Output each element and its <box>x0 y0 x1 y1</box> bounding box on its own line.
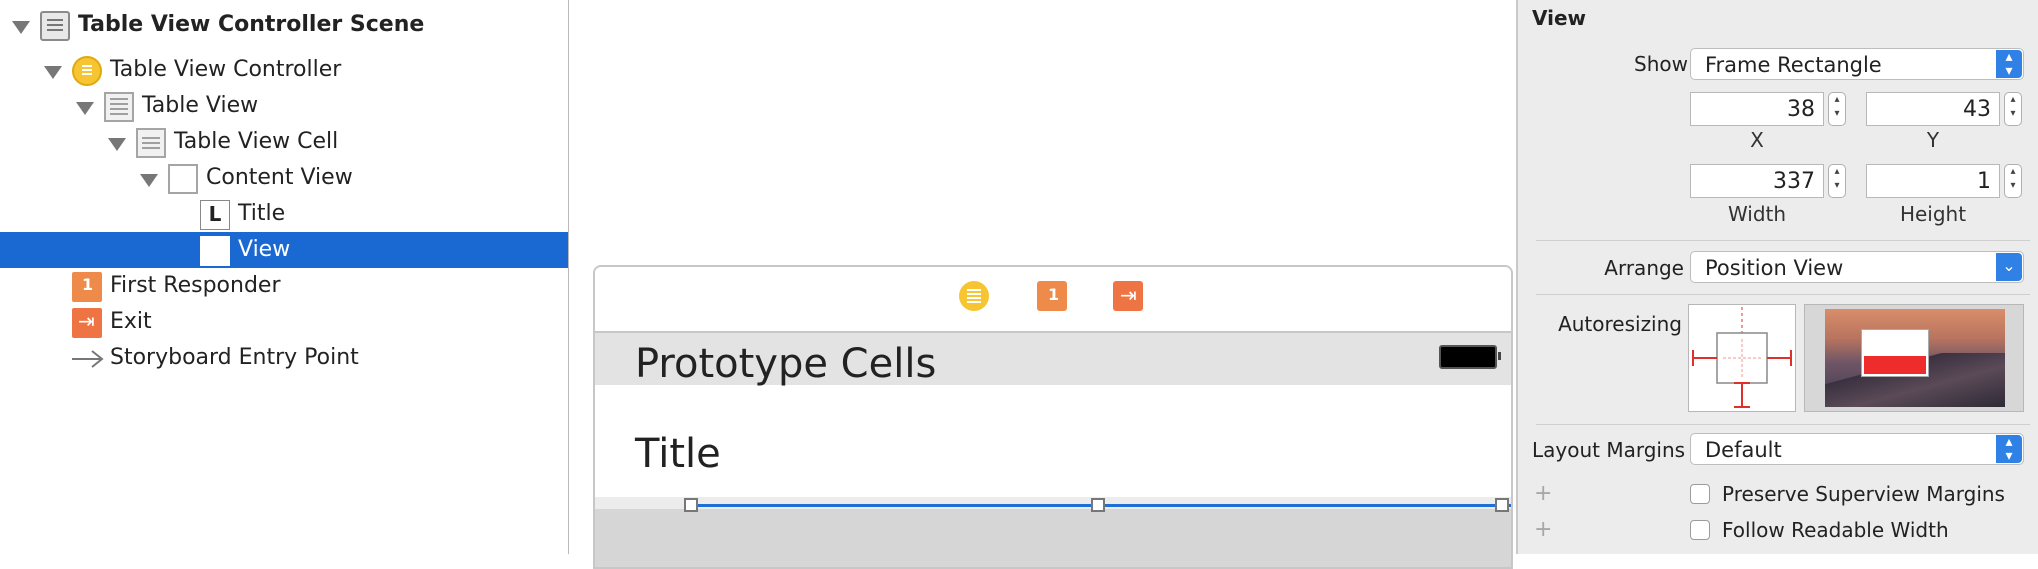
first-responder-icon <box>72 272 102 302</box>
width-field[interactable]: 337 <box>1690 164 1824 198</box>
width-label: Width <box>1727 202 1787 226</box>
chevron-down-icon: ⌄ <box>1996 253 2022 281</box>
disclosure-triangle-icon[interactable] <box>140 174 158 187</box>
outline-item-scene[interactable]: Table View Controller Scene <box>0 7 568 43</box>
disclosure-triangle-icon[interactable] <box>76 102 94 115</box>
arrow-right-icon <box>70 344 104 374</box>
scene-dock <box>595 267 1511 333</box>
arrange-popup-value: Position View <box>1705 256 1844 280</box>
plus-icon[interactable]: + <box>1534 519 1552 541</box>
popup-arrows-icon: ▴ ▾ <box>1996 435 2022 463</box>
autoresizing-springs-icon <box>1692 307 1792 408</box>
table-view-controller-scene[interactable]: Prototype Cells Title <box>593 265 1513 569</box>
outline-item-label: Table View Cell <box>174 129 339 154</box>
show-popup-value: Frame Rectangle <box>1705 53 1882 77</box>
outline-item-table-view[interactable]: Table View <box>0 88 568 124</box>
outline-item-label: View <box>238 237 291 262</box>
first-responder-icon[interactable] <box>1037 281 1067 311</box>
disclosure-triangle-icon[interactable] <box>12 21 30 34</box>
outline-item-table-view-controller[interactable]: Table View Controller <box>0 52 568 88</box>
x-field[interactable]: 38 <box>1690 92 1824 126</box>
view-icon <box>200 236 230 266</box>
height-field[interactable]: 1 <box>1866 164 2000 198</box>
exit-icon[interactable] <box>1113 281 1143 311</box>
arrange-label: Arrange <box>1604 256 1684 280</box>
arrange-popup[interactable]: Position View ⌄ <box>1690 251 2024 283</box>
outline-item-label: Title <box>238 201 286 226</box>
popup-arrows-icon: ▴ ▾ <box>1996 50 2022 78</box>
outline-item-title-label[interactable]: L Title <box>0 196 568 232</box>
view-controller-icon <box>72 56 102 86</box>
height-stepper[interactable]: ▴ ▾ <box>2004 164 2022 198</box>
prototype-cells-title: Prototype Cells <box>635 341 937 387</box>
label-icon: L <box>200 200 230 230</box>
width-value: 337 <box>1773 169 1815 194</box>
resize-handle-middle[interactable] <box>1091 498 1105 512</box>
cell-separator-area <box>595 497 1511 509</box>
height-label: Height <box>1899 202 1967 226</box>
y-stepper[interactable]: ▴ ▾ <box>2004 92 2022 126</box>
follow-readable-width-checkbox[interactable] <box>1690 520 1710 540</box>
layout-margins-popup-value: Default <box>1705 438 1782 462</box>
plus-icon[interactable]: + <box>1534 483 1552 505</box>
layout-margins-label: Layout Margins <box>1532 438 1686 462</box>
next-cell-placeholder <box>595 509 1511 567</box>
preview-wallpaper <box>1825 309 2005 407</box>
resize-handle-left[interactable] <box>684 498 698 512</box>
preserve-superview-margins-checkbox[interactable] <box>1690 484 1710 504</box>
y-label: Y <box>1926 128 1940 152</box>
table-header: Prototype Cells <box>595 333 1511 387</box>
resize-handle-right[interactable] <box>1495 498 1509 512</box>
outline-item-exit[interactable]: Exit <box>0 304 568 340</box>
table-view-cell-icon <box>136 128 166 158</box>
outline-item-label: Table View <box>142 93 259 118</box>
view-icon <box>168 164 198 194</box>
outline-item-label: First Responder <box>110 273 281 298</box>
outline-item-label: Table View Controller <box>110 57 342 82</box>
height-value: 1 <box>1977 169 1991 194</box>
show-popup[interactable]: Frame Rectangle ▴ ▾ <box>1690 48 2024 80</box>
preserve-superview-margins-label: Preserve Superview Margins <box>1722 482 2005 506</box>
outline-item-label: Table View Controller Scene <box>78 12 425 37</box>
autoresizing-preview <box>1804 304 2024 412</box>
battery-icon <box>1439 345 1501 369</box>
preview-window <box>1861 329 1929 377</box>
layout-margins-popup[interactable]: Default ▴ ▾ <box>1690 433 2024 465</box>
outline-item-first-responder[interactable]: First Responder <box>0 268 568 304</box>
outline-item-label: Content View <box>206 165 353 190</box>
x-value: 38 <box>1787 97 1815 122</box>
width-stepper[interactable]: ▴ ▾ <box>1828 164 1846 198</box>
outline-item-table-view-cell[interactable]: Table View Cell <box>0 124 568 160</box>
outline-item-content-view[interactable]: Content View <box>0 160 568 196</box>
divider <box>1536 294 2030 295</box>
view-controller-icon[interactable] <box>959 281 989 311</box>
x-stepper[interactable]: ▴ ▾ <box>1828 92 1846 126</box>
outline-item-label: Exit <box>110 309 152 334</box>
follow-readable-width-label: Follow Readable Width <box>1722 518 1949 542</box>
outline-item-view-selected[interactable]: View <box>0 232 568 268</box>
y-value: 43 <box>1963 97 1991 122</box>
divider <box>1536 424 2030 425</box>
disclosure-triangle-icon[interactable] <box>44 66 62 79</box>
exit-icon <box>72 308 102 338</box>
disclosure-triangle-icon[interactable] <box>108 138 126 151</box>
scene-icon <box>40 11 70 41</box>
show-label: Show <box>1634 52 1688 76</box>
outline-item-entry-point[interactable]: Storyboard Entry Point <box>0 340 568 376</box>
document-outline: Table View Controller Scene Table View C… <box>0 0 569 554</box>
autoresizing-mask-control[interactable] <box>1688 304 1796 412</box>
section-title: View <box>1532 6 1587 30</box>
outline-item-label: Storyboard Entry Point <box>110 345 359 370</box>
storyboard-canvas[interactable]: Prototype Cells Title <box>569 0 1515 569</box>
divider <box>1536 240 2030 241</box>
x-label: X <box>1750 128 1764 152</box>
cell-title-label[interactable]: Title <box>635 431 721 477</box>
autoresizing-label: Autoresizing <box>1558 312 1682 336</box>
y-field[interactable]: 43 <box>1866 92 2000 126</box>
size-inspector: View Show Frame Rectangle ▴ ▾ 38 ▴ ▾ X 43 … <box>1516 0 2038 554</box>
table-view-icon <box>104 92 134 122</box>
